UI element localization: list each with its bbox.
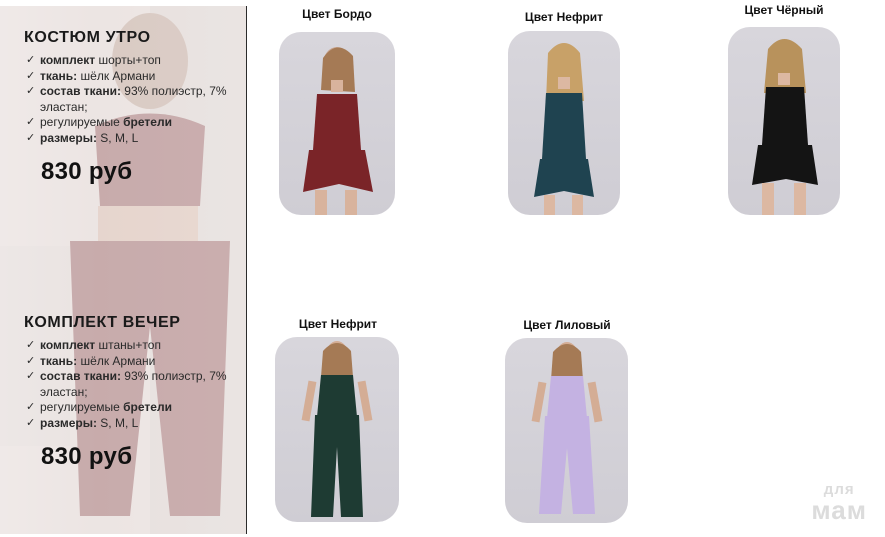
color-option-bordo[interactable]: Цвет Бордо — [281, 7, 393, 21]
color-caption: Цвет Нефрит — [524, 10, 604, 24]
model-photo-nefrit[interactable] — [275, 337, 399, 522]
product-title: КОСТЮМ УТРО — [24, 29, 151, 46]
product-evening-set: КОМПЛЕКТ ВЕЧЕР ✓ комплект штаны+топ ✓ ткан… — [24, 314, 246, 471]
model-figure-image — [752, 39, 818, 215]
color-option-lilac[interactable]: Цвет Лиловый — [510, 318, 624, 332]
model-figure-image — [534, 43, 594, 215]
feature-item: ✓ состав ткани: 93% полиэстр, 7% эластан; — [26, 84, 227, 114]
site-watermark-logo: для мам — [811, 482, 867, 523]
checkmark-icon: ✓ — [26, 339, 36, 351]
panel-divider — [246, 6, 247, 534]
checkmark-icon: ✓ — [26, 401, 36, 413]
feature-item: ✓ размеры: S, M, L — [26, 415, 139, 430]
color-caption: Цвет Чёрный — [744, 3, 824, 17]
feature-item: ✓ регулируемые бретели — [26, 115, 172, 129]
feature-item: ✓ ткань: шёлк Армани — [26, 68, 156, 83]
color-option-black[interactable]: Цвет Чёрный — [728, 3, 840, 17]
checkmark-icon: ✓ — [26, 54, 36, 66]
feature-list: ✓ комплект шорты+топ ✓ ткань: шёлк Армани … — [24, 53, 246, 146]
color-caption: Цвет Лиловый — [523, 318, 611, 332]
product-morning-suit: КОСТЮМ УТРО ✓ комплект шорты+топ ✓ ткань: … — [24, 29, 246, 186]
checkmark-icon: ✓ — [26, 85, 36, 97]
checkmark-icon: ✓ — [26, 69, 36, 82]
checkmark-icon: ✓ — [26, 131, 36, 144]
model-photo-bordo[interactable] — [279, 32, 395, 215]
feature-item: ✓ ткань: шёлк Армани — [26, 353, 156, 368]
product-title: КОМПЛЕКТ ВЕЧЕР — [24, 314, 181, 331]
checkmark-icon: ✓ — [26, 416, 36, 429]
checkmark-icon: ✓ — [26, 354, 36, 367]
color-caption: Цвет Бордо — [302, 7, 372, 21]
model-figure-image — [301, 341, 373, 517]
feature-item: ✓ размеры: S, M, L — [26, 130, 139, 145]
feature-item: ✓ состав ткани: 93% полиэстр, 7% эластан; — [26, 369, 227, 399]
model-figure-image — [303, 47, 373, 215]
model-photo-lilac[interactable] — [505, 338, 628, 523]
watermark-line-2: мам — [811, 495, 867, 525]
product-price: 830 руб — [41, 158, 133, 185]
model-photo-black[interactable] — [728, 27, 840, 215]
color-caption: Цвет Нефрит — [298, 317, 378, 331]
feature-list: ✓ комплект штаны+топ ✓ ткань: шёлк Армани … — [24, 338, 246, 431]
color-option-nefrit[interactable]: Цвет Нефрит — [282, 317, 394, 331]
feature-item: ✓ регулируемые бретели — [26, 400, 172, 414]
model-figure-image — [531, 342, 603, 514]
model-photo-nefrit[interactable] — [508, 31, 620, 215]
checkmark-icon: ✓ — [26, 116, 36, 128]
feature-item: ✓ комплект штаны+топ — [26, 338, 161, 352]
color-option-nefrit[interactable]: Цвет Нефрит — [508, 10, 620, 24]
checkmark-icon: ✓ — [26, 370, 36, 382]
feature-item: ✓ комплект шорты+топ — [26, 53, 161, 67]
product-price: 830 руб — [41, 443, 133, 470]
